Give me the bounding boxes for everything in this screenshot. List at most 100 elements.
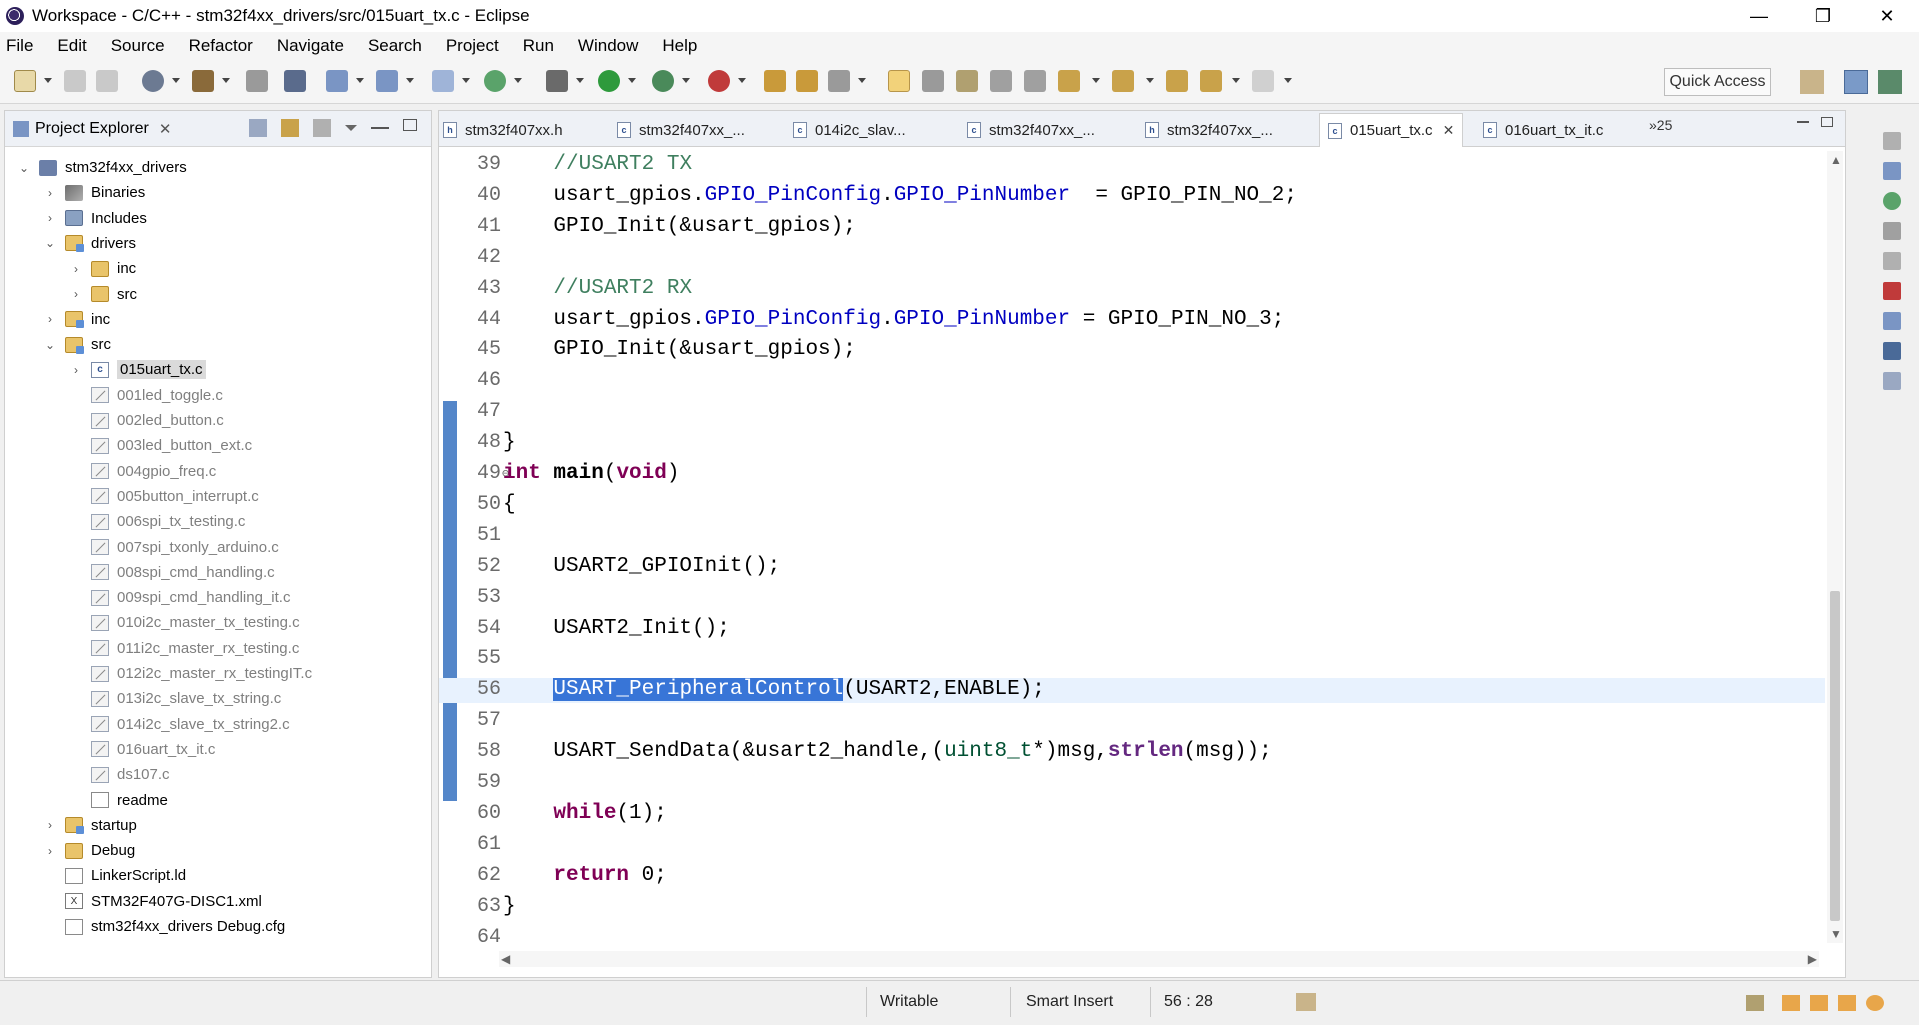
minimize-editor-icon[interactable] (1797, 121, 1809, 123)
debug-probe-icon[interactable] (284, 70, 306, 92)
tree-item[interactable]: ⌄ src (43, 332, 111, 357)
status-tray-icon-2[interactable] (1782, 995, 1800, 1011)
menu-run[interactable]: Run (523, 36, 554, 56)
code-line[interactable]: 64 (439, 926, 1825, 944)
tree-item[interactable]: › inc (69, 256, 136, 281)
vertical-scroll-thumb[interactable] (1830, 591, 1840, 921)
editor-tab[interactable]: h stm32f407xx.h (443, 117, 563, 143)
vertical-scrollbar[interactable]: ▲ ▼ (1827, 151, 1843, 943)
show-whitespace-icon[interactable] (990, 70, 1012, 92)
restore-button[interactable]: ❐ (1791, 0, 1855, 32)
scroll-down-icon[interactable]: ▼ (1830, 927, 1842, 941)
tree-item[interactable]: 016uart_tx_it.c (69, 737, 215, 762)
menu-search[interactable]: Search (368, 36, 422, 56)
tree-item[interactable]: 007spi_txonly_arduino.c (69, 535, 279, 560)
tree-item[interactable]: › Debug (43, 838, 135, 863)
close-window-button[interactable]: ✕ (1855, 0, 1919, 32)
minimize-button[interactable]: — (1727, 0, 1791, 32)
chevron-down-icon[interactable]: ⌄ (17, 161, 31, 175)
code-line[interactable]: 41 GPIO_Init(&usart_gpios); (439, 215, 1825, 240)
tree-item[interactable]: ⌄ stm32f4xx_drivers (17, 155, 187, 180)
code-area[interactable]: 39 //USART2 TX 40 usart_gpios.GPIO_PinCon… (439, 151, 1825, 943)
tree-item[interactable]: 003led_button_ext.c (69, 433, 252, 458)
tree-item[interactable]: › startup (43, 813, 137, 838)
pilcrow-icon[interactable] (1024, 70, 1046, 92)
toggle-block-icon[interactable] (922, 70, 944, 92)
status-tray-icon-3[interactable] (1810, 995, 1828, 1011)
code-line[interactable]: 55 (439, 647, 1825, 672)
previous-annotation-dropdown-icon[interactable] (1146, 78, 1154, 83)
toggle-word-wrap-icon[interactable] (956, 70, 978, 92)
tree-item[interactable]: stm32f4xx_drivers Debug.cfg (43, 914, 285, 939)
new-cproject-icon[interactable] (326, 70, 348, 92)
new-dropdown-icon[interactable] (44, 78, 52, 83)
menu-navigate[interactable]: Navigate (277, 36, 344, 56)
code-line[interactable]: 51 (439, 524, 1825, 549)
chevron-right-icon[interactable]: › (43, 186, 57, 200)
tree-item[interactable]: 005button_interrupt.c (69, 484, 259, 509)
project-explorer-tab[interactable]: Project Explorer ✕ (5, 111, 431, 147)
tree-item[interactable]: 001led_toggle.c (69, 383, 223, 408)
code-line[interactable]: 46 (439, 369, 1825, 394)
chevron-right-icon[interactable]: › (43, 844, 57, 858)
new-icon[interactable] (14, 70, 36, 92)
toggle-mark-occurrences-icon[interactable] (888, 70, 910, 92)
tree-item[interactable]: 010i2c_master_tx_testing.c (69, 610, 300, 635)
code-line[interactable]: 47 (439, 400, 1825, 425)
tree-item[interactable]: 008spi_cmd_handling.c (69, 560, 275, 585)
code-line[interactable]: 44 usart_gpios.GPIO_PinConfig.GPIO_PinNu… (439, 308, 1825, 333)
editor-tab[interactable]: c stm32f407xx_... (617, 117, 745, 143)
code-line[interactable]: 40 usart_gpios.GPIO_PinConfig.GPIO_PinNu… (439, 184, 1825, 209)
tree-item[interactable]: ds107.c (69, 762, 170, 787)
tree-item[interactable]: ⌄ drivers (43, 231, 136, 256)
tree-item[interactable]: 006spi_tx_testing.c (69, 509, 245, 534)
binary-icon[interactable] (246, 70, 268, 92)
editor-tab[interactable]: c 016uart_tx_it.c (1483, 117, 1603, 143)
tree-item[interactable]: 011i2c_master_rx_testing.c (69, 636, 299, 661)
external-tools-icon[interactable] (708, 70, 730, 92)
editor-tab[interactable]: c 015uart_tx.c ✕ (1319, 113, 1464, 147)
refresh-icon[interactable] (484, 70, 506, 92)
task-list-icon[interactable] (1883, 222, 1901, 240)
tree-item[interactable]: 004gpio_freq.c (69, 459, 216, 484)
code-line[interactable]: 50{ (439, 493, 1825, 518)
code-line[interactable]: 63} (439, 895, 1825, 920)
editor-tab[interactable]: h stm32f407xx_... (1145, 117, 1273, 143)
new-cproject-dropdown-icon[interactable] (356, 78, 364, 83)
properties-icon[interactable] (1883, 372, 1901, 390)
close-project-explorer-icon[interactable]: ✕ (159, 120, 172, 138)
outline-icon[interactable] (1883, 162, 1901, 180)
link-with-editor-icon[interactable] (281, 119, 299, 137)
minimize-view-icon[interactable] (371, 119, 389, 129)
chevron-right-icon[interactable]: › (69, 287, 83, 301)
menu-project[interactable]: Project (446, 36, 499, 56)
build-targets-icon[interactable] (1883, 192, 1901, 210)
problems-icon[interactable] (1883, 282, 1901, 300)
external-tools-dropdown-icon[interactable] (738, 78, 746, 83)
collapse-all-icon[interactable] (249, 119, 267, 137)
code-line[interactable]: 52 USART2_GPIOInit(); (439, 555, 1825, 580)
code-line[interactable]: 59 (439, 771, 1825, 796)
tree-item[interactable]: › src (69, 282, 137, 307)
refresh-dropdown-icon[interactable] (514, 78, 522, 83)
code-line[interactable]: 60 while(1); (439, 802, 1825, 827)
menu-help[interactable]: Help (662, 36, 697, 56)
quick-access-field[interactable]: Quick Access (1664, 68, 1771, 96)
code-line[interactable]: 56 USART_PeripheralControl(USART2,ENABLE… (439, 678, 1825, 704)
scroll-left-icon[interactable]: ◀ (501, 952, 510, 966)
tree-item[interactable]: › Includes (43, 206, 147, 231)
code-line[interactable]: 57 (439, 709, 1825, 734)
horizontal-scrollbar[interactable]: ◀ ▶ (499, 951, 1819, 967)
debug-bug-icon[interactable] (546, 70, 568, 92)
last-edit-location-icon[interactable] (1166, 70, 1188, 92)
restore-console-icon[interactable] (1883, 252, 1901, 270)
filters-icon[interactable] (313, 119, 331, 137)
new-folder-icon[interactable] (376, 70, 398, 92)
cpp-perspective-icon[interactable] (1844, 70, 1868, 94)
build-config-icon[interactable] (142, 70, 164, 92)
forward-arrow-icon[interactable] (1252, 70, 1274, 92)
tasks-icon[interactable] (1883, 312, 1901, 330)
code-line[interactable]: 42 (439, 246, 1825, 271)
debug-dropdown-icon[interactable] (576, 78, 584, 83)
menu-window[interactable]: Window (578, 36, 638, 56)
